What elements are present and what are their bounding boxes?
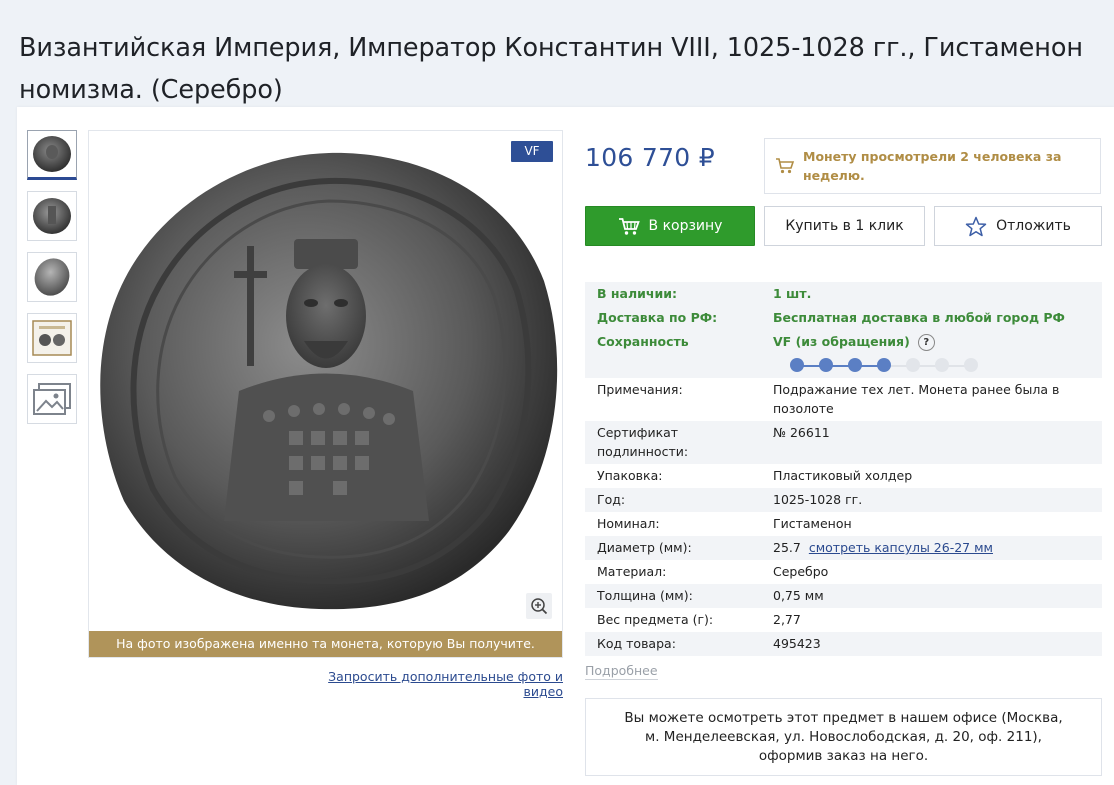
spec-value: 25.7 <box>773 540 801 555</box>
spec-value: Серебро <box>773 564 829 579</box>
spec-label: Доставка по РФ: <box>597 310 718 325</box>
gallery-icon <box>33 383 71 415</box>
spec-label: Примечания: <box>597 382 683 397</box>
price: 106 770 ₽ <box>585 143 715 172</box>
spec-label: Материал: <box>597 564 667 579</box>
spec-value: Гистаменон <box>773 516 852 531</box>
spec-condition: Сохранность VF (из обращения)? <box>585 330 1102 354</box>
thumbnail-1[interactable] <box>27 130 77 180</box>
capsule-link[interactable]: смотреть капсулы 26-27 мм <box>809 540 993 555</box>
spec-row: Материал: Серебро <box>585 560 1102 584</box>
save-for-later-button[interactable]: Отложить <box>934 206 1102 246</box>
condition-scale-dot <box>790 358 804 372</box>
spec-row: Диаметр (мм): 25.7 смотреть капсулы 26-27 … <box>585 536 1102 560</box>
zoom-button[interactable] <box>526 593 552 619</box>
spec-row: Вес предмета (г): 2,77 <box>585 608 1102 632</box>
add-to-cart-label: В корзину <box>648 218 723 234</box>
spec-row: Год: 1025-1028 гг. <box>585 488 1102 512</box>
specs-table: В наличии: 1 шт. Доставка по РФ: Бесплат… <box>585 282 1102 656</box>
condition-scale-dot <box>848 358 862 372</box>
spec-value: 0,75 мм <box>773 588 824 603</box>
zoom-in-icon <box>531 598 548 615</box>
condition-scale-dot <box>935 358 949 372</box>
buy-one-click-button[interactable]: Купить в 1 клик <box>764 206 925 246</box>
grade-badge: VF <box>511 141 553 162</box>
condition-scale-dot <box>906 358 920 372</box>
condition-scale <box>585 354 1102 378</box>
coin-edge-thumb-icon <box>34 258 70 296</box>
save-for-later-label: Отложить <box>996 218 1071 234</box>
photo-caption: На фото изображена именно та монета, кот… <box>89 631 562 657</box>
spec-label: Упаковка: <box>597 468 663 483</box>
condition-scale-dot <box>877 358 891 372</box>
office-notice: Вы можете осмотреть этот предмет в нашем… <box>585 698 1102 776</box>
thumbnail-2[interactable] <box>27 191 77 241</box>
spec-value: Подражание тех лет. Монета ранее была в … <box>773 382 1060 416</box>
spec-value: Бесплатная доставка в любой город РФ <box>773 310 1065 325</box>
thumbnail-4[interactable] <box>27 313 77 363</box>
spec-label: В наличии: <box>597 286 677 301</box>
coin-photo <box>100 152 558 610</box>
coin-obverse-thumb-icon <box>33 136 71 172</box>
spec-value: № 26611 <box>773 425 830 440</box>
views-notice-text: Монету просмотрели 2 человека за неделю. <box>803 149 1062 183</box>
coin-reverse-thumb-icon <box>33 198 71 234</box>
spec-label: Сертификат подлинности: <box>597 425 689 459</box>
spec-label: Толщина (мм): <box>597 588 693 603</box>
spec-row: Код товара: 495423 <box>585 632 1102 656</box>
spec-value: 2,77 <box>773 612 801 627</box>
spec-value: Пластиковый холдер <box>773 468 913 483</box>
spec-label: Номинал: <box>597 516 660 531</box>
spec-label: Год: <box>597 492 626 507</box>
thumbnail-gallery[interactable] <box>27 374 77 424</box>
spec-delivery: Доставка по РФ: Бесплатная доставка в лю… <box>585 306 1102 330</box>
spec-row: Сертификат подлинности: № 26611 <box>585 421 1102 464</box>
certificate-thumb-icon <box>32 320 72 356</box>
more-details-link[interactable]: Подробнее <box>585 663 658 680</box>
spec-row: Упаковка: Пластиковый холдер <box>585 464 1102 488</box>
spec-row: Толщина (мм): 0,75 мм <box>585 584 1102 608</box>
spec-value: 1025-1028 гг. <box>773 492 863 507</box>
request-media-link[interactable]: Запросить дополнительные фото и видео <box>307 669 563 699</box>
spec-row: Примечания: Подражание тех лет. Монета ра… <box>585 378 1102 421</box>
spec-availability: В наличии: 1 шт. <box>585 282 1102 306</box>
help-icon[interactable]: ? <box>917 334 935 351</box>
cart-icon <box>618 217 640 235</box>
spec-label: Код товара: <box>597 636 676 651</box>
spec-value: VF (из обращения) <box>773 334 910 349</box>
cart-icon <box>776 158 795 174</box>
star-icon <box>965 216 987 236</box>
add-to-cart-button[interactable]: В корзину <box>585 206 755 246</box>
condition-scale-dot <box>819 358 833 372</box>
condition-scale-dot <box>964 358 978 372</box>
product-card: VF На фото изображена именно та монета, … <box>17 107 1114 785</box>
condition-scale-fill <box>797 365 884 367</box>
spec-label: Диаметр (мм): <box>597 540 692 555</box>
page-title: Византийская Империя, Император Констант… <box>19 33 1083 106</box>
views-notice: Монету просмотрели 2 человека за неделю. <box>764 138 1101 194</box>
spec-label: Сохранность <box>597 334 689 349</box>
spec-value: 495423 <box>773 636 821 651</box>
spec-value: 1 шт. <box>773 286 812 301</box>
main-photo[interactable]: VF На фото изображена именно та монета, … <box>88 130 563 658</box>
thumbnail-3[interactable] <box>27 252 77 302</box>
spec-row: Номинал: Гистаменон <box>585 512 1102 536</box>
spec-label: Вес предмета (г): <box>597 612 714 627</box>
